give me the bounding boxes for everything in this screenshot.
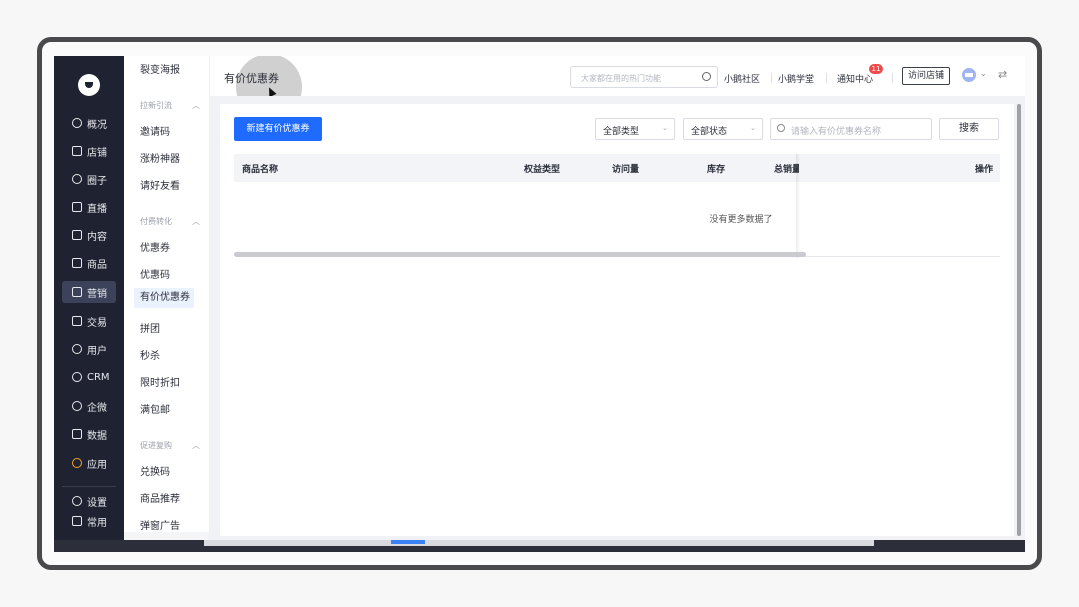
academy-link[interactable]: 小鹅学堂 xyxy=(778,72,814,85)
chevron-down-icon[interactable]: ⌄ xyxy=(980,69,987,78)
coupon-name-search-input[interactable]: 请输入有价优惠券名称 xyxy=(770,118,932,140)
nav-users[interactable]: 用户 xyxy=(62,338,116,360)
notification-center-link[interactable]: 通知中心 xyxy=(837,72,873,85)
menu-item-group-buy[interactable]: 拼团 xyxy=(140,320,160,335)
menu-item-invite-code[interactable]: 邀请码 xyxy=(140,123,170,138)
menu-item-fan-booster[interactable]: 涨粉神器 xyxy=(140,150,180,165)
store-icon xyxy=(72,146,82,156)
people-icon xyxy=(72,174,82,184)
nav-favorites[interactable]: 常用 xyxy=(62,510,116,532)
column-header-stock: 库存 xyxy=(707,165,726,175)
nav-goods[interactable]: 商品 xyxy=(62,252,116,274)
app-screen: 概况 店铺 圈子 直播 内容 商品 营销 交易 用户 CRM 企微 数据 应用 … xyxy=(54,56,1025,552)
type-filter-select[interactable]: 全部类型 ⌄ xyxy=(595,118,675,140)
avatar[interactable] xyxy=(962,68,976,82)
crm-icon xyxy=(72,372,82,382)
nav-overview[interactable]: 概况 xyxy=(62,112,116,134)
data-icon xyxy=(72,429,82,439)
fixed-column-shadow xyxy=(796,154,800,258)
nav-marketing[interactable]: 营销 xyxy=(62,281,116,303)
menu-item-invite-friends[interactable]: 请好友看 xyxy=(140,177,180,192)
header-divider xyxy=(771,73,772,83)
chevron-down-icon: ⌄ xyxy=(750,124,756,132)
primary-nav: 概况 店铺 圈子 直播 内容 商品 营销 交易 用户 CRM 企微 数据 应用 … xyxy=(54,56,124,552)
menu-item-recommend[interactable]: 商品推荐 xyxy=(140,490,180,505)
rail-divider xyxy=(62,486,116,487)
device-frame: 概况 店铺 圈子 直播 内容 商品 营销 交易 用户 CRM 企微 数据 应用 … xyxy=(37,37,1042,570)
menu-group-repurchase[interactable]: 促进复购 ︿ xyxy=(140,440,200,451)
nav-circle[interactable]: 圈子 xyxy=(62,168,116,190)
taskbar-strip xyxy=(204,540,874,546)
new-paid-coupon-button[interactable]: 新建有价优惠券 xyxy=(234,117,322,141)
table-header: 商品名称 权益类型 访问量 库存 总销量 操作 xyxy=(234,154,1000,182)
search-icon[interactable] xyxy=(702,72,711,81)
chevron-up-icon: ︿ xyxy=(192,217,200,226)
top-header: 有价优惠券 大家都在用的热门功能 小鹅社区 小鹅学堂 通知中心 11 访问店铺 … xyxy=(210,56,1025,120)
gear-icon xyxy=(72,496,82,506)
list-icon xyxy=(72,516,82,526)
page-title: 有价优惠券 xyxy=(224,72,279,85)
live-icon xyxy=(72,202,82,212)
column-header-visits: 访问量 xyxy=(612,165,640,175)
status-filter-select[interactable]: 全部状态 ⌄ xyxy=(683,118,763,140)
megaphone-icon xyxy=(72,287,82,297)
empty-state: 没有更多数据了 xyxy=(709,215,773,225)
column-header-benefit-type: 权益类型 xyxy=(524,165,561,175)
nav-crm[interactable]: CRM xyxy=(62,366,116,388)
chevron-down-icon: ⌄ xyxy=(662,124,668,132)
menu-item-popup-ad[interactable]: 弹窗广告 xyxy=(140,517,180,532)
menu-item-paid-coupon[interactable]: 有价优惠券 xyxy=(134,288,194,308)
menu-group-conversion[interactable]: 付费转化 ︿ xyxy=(140,216,200,227)
menu-group-acquisition[interactable]: 拉新引流 ︿ xyxy=(140,100,200,111)
search-icon xyxy=(777,124,785,132)
box-icon xyxy=(72,258,82,268)
header-divider xyxy=(826,73,827,83)
community-link[interactable]: 小鹅社区 xyxy=(724,72,760,85)
secondary-nav: 裂变海报 拉新引流 ︿ 邀请码 涨粉神器 请好友看 付费转化 ︿ 优惠券 优惠码 有… xyxy=(124,56,210,552)
nav-settings[interactable]: 设置 xyxy=(62,490,116,512)
pie-chart-icon xyxy=(72,118,82,128)
column-header-product: 商品名称 xyxy=(242,165,279,175)
table-divider xyxy=(799,256,1000,257)
search-button[interactable]: 搜索 xyxy=(939,118,999,140)
horizontal-scrollbar[interactable] xyxy=(234,252,806,257)
desktop-taskbar xyxy=(54,540,1025,552)
trade-icon xyxy=(72,316,82,326)
nav-live[interactable]: 直播 xyxy=(62,196,116,218)
nav-store[interactable]: 店铺 xyxy=(62,140,116,162)
menu-item-coupon[interactable]: 优惠券 xyxy=(140,239,170,254)
menu-item-flash-sale[interactable]: 秒杀 xyxy=(140,347,160,362)
document-icon xyxy=(72,230,82,240)
chevron-up-icon: ︿ xyxy=(192,101,200,110)
menu-item-fission-poster[interactable]: 裂变海报 xyxy=(140,61,180,76)
taskbar-active-app[interactable] xyxy=(391,540,425,544)
menu-item-limited-discount[interactable]: 限时折扣 xyxy=(140,374,180,389)
column-header-actions: 操作 xyxy=(975,165,994,175)
wecom-icon xyxy=(72,401,82,411)
nav-data[interactable]: 数据 xyxy=(62,423,116,445)
app-logo[interactable] xyxy=(78,74,100,96)
nav-trade[interactable]: 交易 xyxy=(62,310,116,332)
menu-item-redeem-code[interactable]: 兑换码 xyxy=(140,463,170,478)
user-icon xyxy=(72,344,82,354)
header-divider xyxy=(892,73,893,83)
menu-item-coupon-code[interactable]: 优惠码 xyxy=(140,266,170,281)
nav-apps[interactable]: 应用 xyxy=(62,452,116,474)
switch-icon[interactable]: ⇄ xyxy=(998,68,1007,81)
vertical-scrollbar[interactable] xyxy=(1017,104,1021,536)
menu-item-free-shipping[interactable]: 满包邮 xyxy=(140,401,170,416)
visit-store-button[interactable]: 访问店铺 xyxy=(902,67,950,85)
nav-wecom[interactable]: 企微 xyxy=(62,395,116,417)
nav-content[interactable]: 内容 xyxy=(62,224,116,246)
apps-icon xyxy=(72,458,82,468)
global-search-input[interactable]: 大家都在用的热门功能 xyxy=(570,66,718,88)
notification-badge: 11 xyxy=(869,64,883,74)
chevron-up-icon: ︿ xyxy=(192,441,200,450)
